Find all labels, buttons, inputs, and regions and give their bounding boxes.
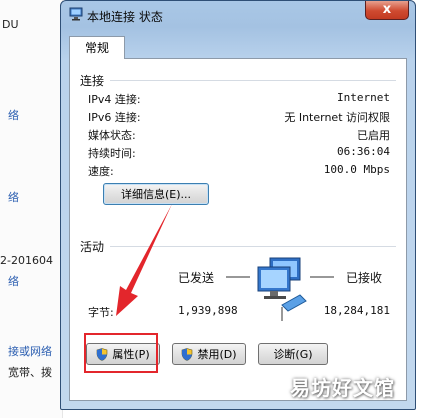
disable-button-label: 禁用(D) (197, 348, 237, 361)
ipv4-label: IPv4 连接: (88, 93, 141, 106)
connection-group-title: 连接 (80, 74, 105, 88)
uac-shield-icon (182, 347, 193, 361)
background-link[interactable]: 络 (8, 107, 19, 123)
disable-button[interactable]: 禁用(D) (172, 343, 246, 365)
background-link[interactable]: 络 (8, 273, 19, 289)
background-link[interactable]: 接或网络 (8, 343, 52, 359)
watermark-text: 易坊好文馆 (290, 376, 395, 400)
diagnose-button-label: 诊断(G) (273, 348, 313, 361)
close-icon: x (382, 2, 392, 17)
media-state-label: 媒体状态: (88, 129, 136, 142)
duration-label: 持续时间: (88, 147, 136, 160)
background-link[interactable]: 络 (8, 189, 19, 205)
tab-general[interactable]: 常规 (69, 36, 125, 59)
window-title: 本地连接 状态 (87, 10, 163, 24)
bytes-label: 字节: (88, 306, 114, 319)
media-state-value: 已启用 (357, 129, 390, 142)
background-text: 2-201604 (0, 254, 53, 267)
ipv4-value: Internet (337, 91, 390, 104)
details-button[interactable]: 详细信息(E)... (103, 183, 209, 205)
sent-bytes-value: 1,939,898 (178, 304, 238, 317)
duration-value: 06:36:04 (337, 145, 390, 158)
received-bytes-value: 18,284,181 (323, 304, 390, 317)
background-text: DU (2, 18, 19, 31)
activity-group-title: 活动 (80, 240, 105, 254)
background-text: 宽带、拨 (8, 366, 52, 379)
background-page: DU 络 络 2-201604 络 接或网络 宽带、拨 (0, 0, 63, 418)
ipv6-label: IPv6 连接: (88, 111, 141, 124)
activity-divider (110, 246, 396, 247)
diagnose-button[interactable]: 诊断(G) (258, 343, 328, 365)
ipv6-value: 无 Internet 访问权限 (284, 111, 390, 124)
network-computer-icon (226, 257, 334, 321)
network-status-icon (69, 7, 83, 21)
connection-divider (110, 80, 396, 81)
title-bar[interactable]: 本地连接 状态 x (61, 1, 415, 29)
speed-value: 100.0 Mbps (323, 163, 390, 176)
details-button-label: 详细信息(E)... (120, 188, 192, 201)
annotation-highlight-box (84, 333, 158, 373)
speed-label: 速度: (88, 165, 114, 178)
close-button[interactable]: x (365, 1, 409, 20)
received-label: 已接收 (346, 271, 383, 285)
sent-label: 已发送 (178, 271, 215, 285)
